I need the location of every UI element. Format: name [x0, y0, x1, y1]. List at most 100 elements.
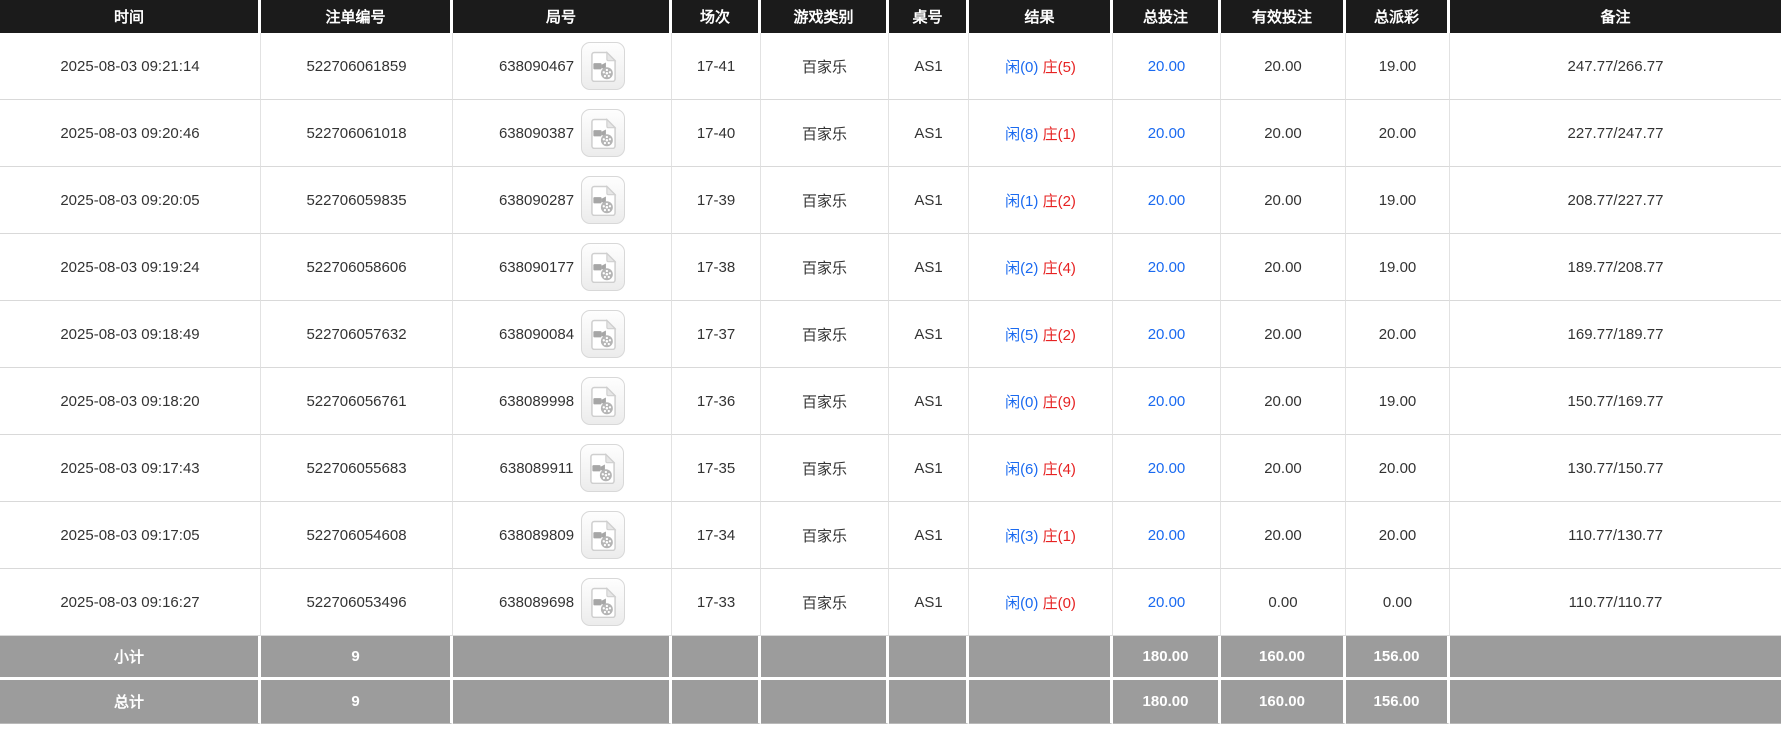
result-cell: 闲(8) 庄(1) — [969, 100, 1113, 167]
result-banker: 庄(4) — [1043, 260, 1076, 277]
video-record-icon — [590, 51, 617, 82]
total-payout-cell: 19.00 — [1346, 368, 1450, 435]
valid-bet-cell: 20.00 — [1221, 368, 1346, 435]
video-replay-button[interactable] — [581, 578, 625, 626]
result-cell: 闲(2) 庄(4) — [969, 234, 1113, 301]
column-header-total-bet: 总投注 — [1113, 0, 1221, 33]
session-cell: 17-37 — [672, 301, 761, 368]
bet-number-cell: 522706056761 — [261, 368, 453, 435]
table-row: 2025-08-03 09:21:14 522706061859 6380904… — [0, 33, 1781, 100]
result-cell: 闲(6) 庄(4) — [969, 435, 1113, 502]
session-cell: 17-41 — [672, 33, 761, 100]
bet-number-cell: 522706053496 — [261, 569, 453, 636]
round-number-cell: 638090287 — [453, 167, 672, 234]
game-type-cell: 百家乐 — [761, 368, 889, 435]
valid-bet-cell: 20.00 — [1221, 33, 1346, 100]
remark-cell: 150.77/169.77 — [1450, 368, 1781, 435]
total-payout-cell: 19.00 — [1346, 234, 1450, 301]
result-cell: 闲(1) 庄(2) — [969, 167, 1113, 234]
remark-cell: 247.77/266.77 — [1450, 33, 1781, 100]
grand-total-count: 9 — [261, 680, 453, 724]
table-number-cell: AS1 — [889, 33, 969, 100]
round-number: 638089698 — [499, 594, 574, 611]
table-body: 2025-08-03 09:21:14 522706061859 6380904… — [0, 33, 1781, 636]
subtotal-label: 小计 — [0, 636, 261, 680]
subtotal-total-bet: 180.00 — [1113, 636, 1221, 680]
remark-cell: 169.77/189.77 — [1450, 301, 1781, 368]
result-cell: 闲(0) 庄(5) — [969, 33, 1113, 100]
game-type-cell: 百家乐 — [761, 33, 889, 100]
round-number-cell: 638090467 — [453, 33, 672, 100]
remark-cell: 227.77/247.77 — [1450, 100, 1781, 167]
result-banker: 庄(4) — [1043, 461, 1076, 478]
round-number: 638090387 — [499, 125, 574, 142]
total-bet-cell: 20.00 — [1113, 167, 1221, 234]
video-replay-button[interactable] — [581, 176, 625, 224]
valid-bet-cell: 20.00 — [1221, 100, 1346, 167]
round-number: 638089911 — [500, 460, 574, 477]
subtotal-total-payout: 156.00 — [1346, 636, 1450, 680]
table-number-cell: AS1 — [889, 167, 969, 234]
video-replay-button[interactable] — [580, 444, 624, 492]
result-banker: 庄(1) — [1043, 528, 1076, 545]
bet-number-cell: 522706061859 — [261, 33, 453, 100]
result-banker: 庄(2) — [1043, 193, 1076, 210]
total-bet-cell: 20.00 — [1113, 502, 1221, 569]
subtotal-count: 9 — [261, 636, 453, 680]
video-record-icon — [590, 118, 617, 149]
table-footer: 小计 9 180.00 160.00 156.00 总计 9 — [0, 636, 1781, 724]
round-number-cell: 638089698 — [453, 569, 672, 636]
video-replay-button[interactable] — [581, 377, 625, 425]
video-record-icon — [589, 453, 616, 484]
round-number: 638090084 — [499, 326, 574, 343]
session-cell: 17-36 — [672, 368, 761, 435]
video-replay-button[interactable] — [581, 243, 625, 291]
result-player: 闲(0) — [1005, 595, 1038, 612]
column-header-valid-bet: 有效投注 — [1221, 0, 1346, 33]
column-header-round-number: 局号 — [453, 0, 672, 33]
table-row: 2025-08-03 09:17:05 522706054608 6380898… — [0, 502, 1781, 569]
remark-cell: 110.77/110.77 — [1450, 569, 1781, 636]
round-number: 638089809 — [499, 527, 574, 544]
result-banker: 庄(5) — [1043, 59, 1076, 76]
video-replay-button[interactable] — [581, 42, 625, 90]
result-player: 闲(6) — [1005, 461, 1038, 478]
video-replay-button[interactable] — [581, 511, 625, 559]
valid-bet-cell: 20.00 — [1221, 234, 1346, 301]
column-header-bet-number: 注单编号 — [261, 0, 453, 33]
table-row: 2025-08-03 09:18:20 522706056761 6380899… — [0, 368, 1781, 435]
total-bet-cell: 20.00 — [1113, 100, 1221, 167]
valid-bet-cell: 20.00 — [1221, 502, 1346, 569]
bet-number-cell: 522706058606 — [261, 234, 453, 301]
result-cell: 闲(3) 庄(1) — [969, 502, 1113, 569]
grand-total-total-bet: 180.00 — [1113, 680, 1221, 724]
table-number-cell: AS1 — [889, 368, 969, 435]
total-bet-cell: 20.00 — [1113, 234, 1221, 301]
grand-total-row: 总计 9 180.00 160.00 156.00 — [0, 680, 1781, 724]
total-payout-cell: 20.00 — [1346, 301, 1450, 368]
remark-cell: 110.77/130.77 — [1450, 502, 1781, 569]
table-row: 2025-08-03 09:17:43 522706055683 6380899… — [0, 435, 1781, 502]
result-cell: 闲(0) 庄(9) — [969, 368, 1113, 435]
video-record-icon — [590, 386, 617, 417]
valid-bet-cell: 20.00 — [1221, 301, 1346, 368]
bet-number-cell: 522706055683 — [261, 435, 453, 502]
video-replay-button[interactable] — [581, 109, 625, 157]
subtotal-valid-bet: 160.00 — [1221, 636, 1346, 680]
table-number-cell: AS1 — [889, 301, 969, 368]
time-cell: 2025-08-03 09:16:27 — [0, 569, 261, 636]
total-payout-cell: 19.00 — [1346, 167, 1450, 234]
result-player: 闲(5) — [1005, 327, 1038, 344]
result-banker: 庄(1) — [1043, 126, 1076, 143]
valid-bet-cell: 20.00 — [1221, 435, 1346, 502]
round-number: 638090287 — [499, 192, 574, 209]
remark-cell: 189.77/208.77 — [1450, 234, 1781, 301]
column-header-game-type: 游戏类别 — [761, 0, 889, 33]
column-header-total-payout: 总派彩 — [1346, 0, 1450, 33]
bet-number-cell: 522706059835 — [261, 167, 453, 234]
video-replay-button[interactable] — [581, 310, 625, 358]
result-banker: 庄(0) — [1043, 595, 1076, 612]
video-record-icon — [590, 520, 617, 551]
time-cell: 2025-08-03 09:18:20 — [0, 368, 261, 435]
game-type-cell: 百家乐 — [761, 234, 889, 301]
